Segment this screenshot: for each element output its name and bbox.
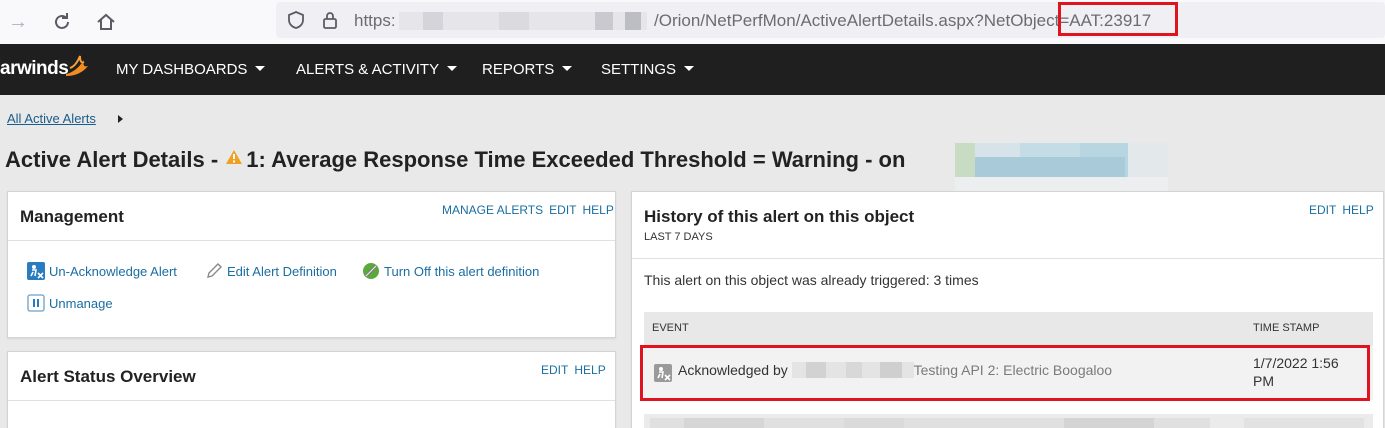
management-title: Management [20, 207, 124, 226]
unacknowledge-icon [27, 262, 45, 280]
alert-status-overview-title: Alert Status Overview [20, 367, 196, 386]
menu-settings[interactable]: SETTINGS [601, 61, 695, 78]
divider [632, 258, 1383, 259]
redacted-row [650, 418, 1364, 428]
breadcrumb-all-active-alerts[interactable]: All Active Alerts [7, 111, 96, 126]
history-panel-links: EDIT HELP [1303, 203, 1374, 217]
url-object-highlight [1058, 2, 1178, 36]
warning-icon [226, 150, 243, 164]
address-bar[interactable]: https: /Orion/NetPerfMon/ActiveAlertDeta… [276, 2, 1385, 38]
turn-off-alert-definition-button[interactable]: Turn Off this alert definition [362, 262, 539, 280]
menu-reports[interactable]: REPORTS [482, 61, 573, 78]
manage-alerts-link[interactable]: MANAGE ALERTS [442, 203, 543, 217]
browser-toolbar: → https: /Orion/NetPerfMon/ActiveAlertDe… [0, 0, 1385, 44]
reload-icon[interactable] [48, 8, 76, 36]
history-title: History of this alert on this object [644, 207, 915, 226]
menu-alerts-activity[interactable]: ALERTS & ACTIVITY [296, 61, 458, 78]
home-icon[interactable] [92, 8, 120, 36]
menu-my-dashboards[interactable]: MY DASHBOARDS [116, 61, 266, 78]
caret-down-icon [562, 66, 573, 71]
pencil-icon [207, 263, 222, 278]
turn-off-icon [363, 263, 379, 279]
caret-down-icon [684, 66, 695, 71]
column-event: EVENT [652, 322, 689, 334]
alert-status-overview-panel: Alert Status Overview EDIT HELP [7, 351, 616, 428]
caret-down-icon [447, 66, 458, 71]
unmanage-button[interactable]: Unmanage [27, 294, 113, 312]
edit-link[interactable]: EDIT [1309, 203, 1336, 217]
edit-link[interactable]: EDIT [549, 203, 576, 217]
pause-icon [27, 294, 45, 312]
help-link[interactable]: HELP [1342, 203, 1373, 217]
breadcrumb-arrow-icon[interactable] [118, 115, 123, 123]
history-subtitle: LAST 7 DAYS [644, 231, 713, 243]
help-link[interactable]: HELP [574, 363, 605, 377]
management-panel-links: MANAGE ALERTS EDIT HELP [436, 203, 614, 217]
edit-link[interactable]: EDIT [541, 363, 568, 377]
history-table-header: EVENT TIME STAMP [644, 312, 1373, 346]
row-highlight [640, 345, 1370, 401]
shield-icon[interactable] [286, 10, 306, 30]
history-summary: This alert on this object was already tr… [644, 272, 979, 288]
url-prefix: https: [354, 11, 396, 30]
logo-text: arwinds [0, 58, 69, 79]
lock-icon[interactable] [320, 10, 340, 30]
caret-down-icon [255, 66, 266, 71]
divider [8, 400, 615, 401]
column-timestamp: TIME STAMP [1253, 322, 1320, 334]
management-panel: Management MANAGE ALERTS EDIT HELP Un-Ackn… [7, 191, 616, 338]
app-navbar: arwinds MY DASHBOARDS ALERTS & ACTIVITY … [0, 44, 1385, 95]
table-row[interactable] [644, 414, 1373, 428]
breadcrumb: All Active Alerts [7, 111, 96, 126]
logo-flame-icon [66, 55, 88, 76]
unacknowledge-alert-button[interactable]: Un-Acknowledge Alert [27, 262, 177, 280]
redacted-host [399, 12, 647, 30]
divider [8, 240, 615, 241]
page-title: Active Alert Details - 1: Average Respon… [5, 147, 906, 172]
status-panel-links: EDIT HELP [535, 363, 606, 377]
edit-alert-definition-button[interactable]: Edit Alert Definition [205, 262, 337, 280]
forward-icon[interactable]: → [4, 8, 32, 36]
redacted-node-name [955, 143, 1168, 191]
help-link[interactable]: HELP [583, 203, 614, 217]
